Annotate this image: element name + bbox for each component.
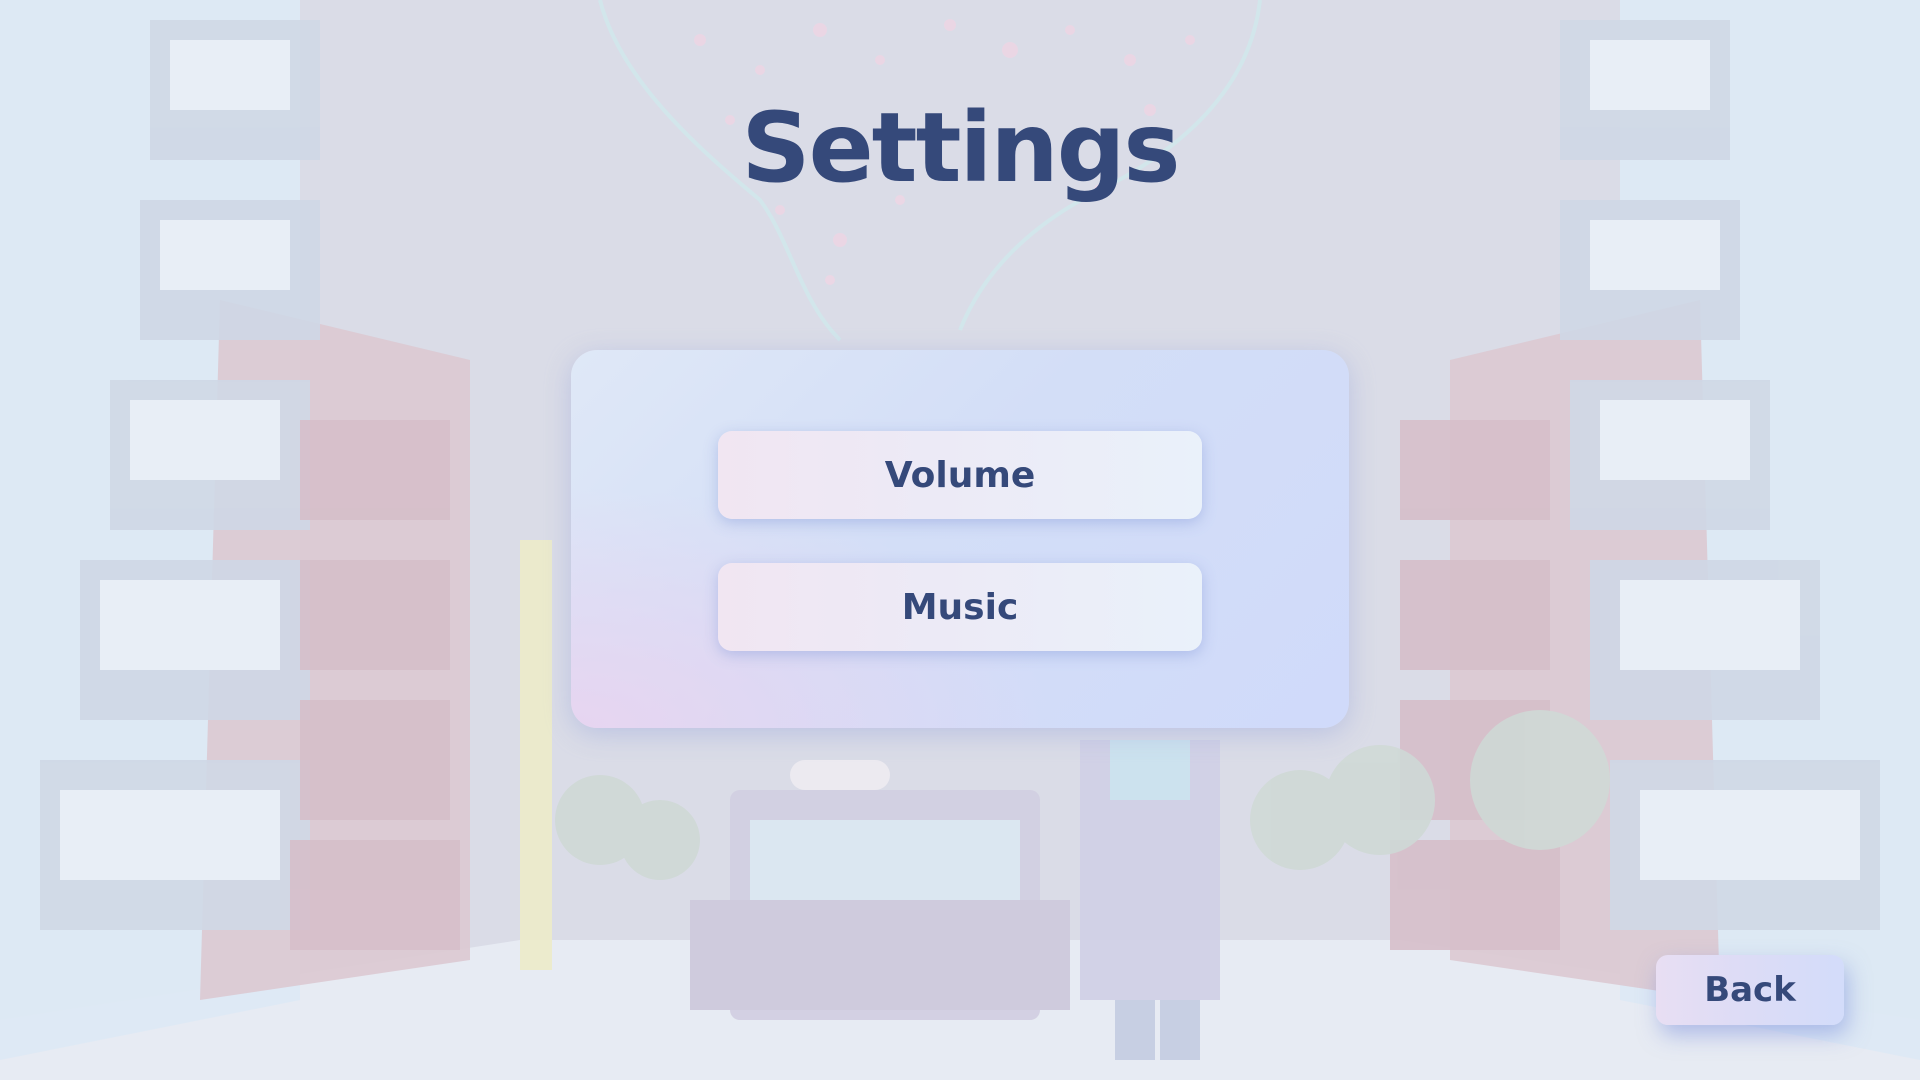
- page-title: Settings: [741, 92, 1180, 204]
- back-button[interactable]: Back: [1656, 955, 1844, 1025]
- volume-button[interactable]: Volume: [718, 431, 1202, 519]
- settings-panel: Volume Music: [571, 350, 1349, 728]
- music-button[interactable]: Music: [718, 563, 1202, 651]
